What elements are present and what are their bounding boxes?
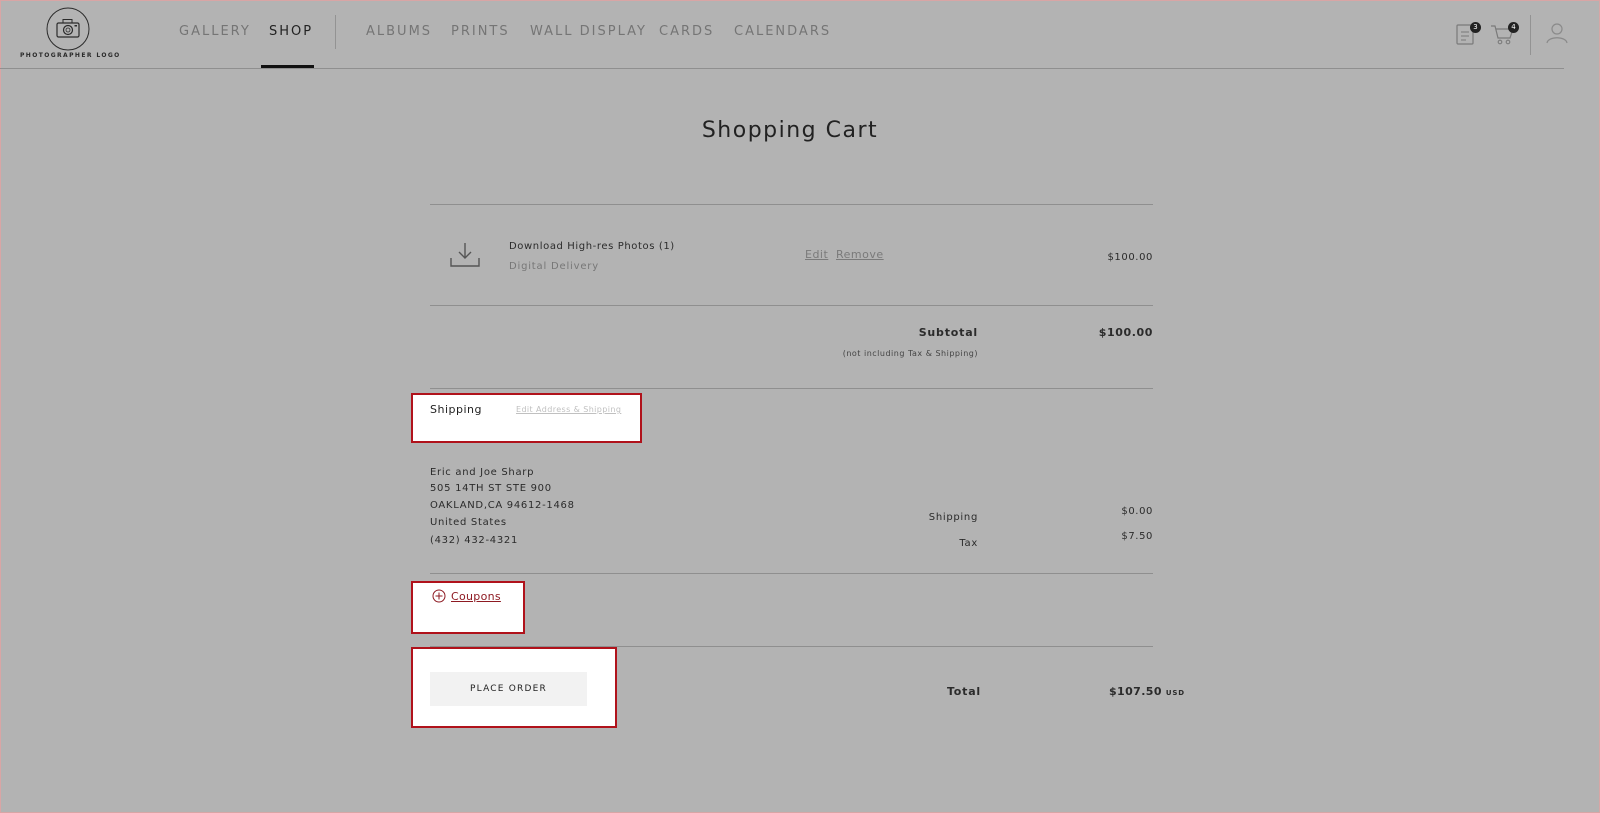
logo-text: PHOTOGRAPHER LOGO bbox=[20, 52, 121, 59]
divider bbox=[430, 305, 1153, 306]
subtotal-value: $100.00 bbox=[1098, 326, 1153, 339]
nav-gallery[interactable]: GALLERY bbox=[179, 24, 251, 39]
nav-calendars[interactable]: CALENDARS bbox=[734, 24, 831, 39]
shipping-cost-value: $0.00 bbox=[1121, 506, 1153, 517]
subtotal-note: (not including Tax & Shipping) bbox=[842, 349, 978, 358]
shipping-cost-label: Shipping bbox=[928, 512, 978, 523]
download-icon bbox=[450, 243, 480, 267]
plus-circle-icon bbox=[432, 589, 446, 603]
address-country: United States bbox=[430, 517, 507, 528]
total-amount: $107.50 USD bbox=[1109, 685, 1185, 698]
orders-button[interactable]: 3 bbox=[1456, 22, 1482, 48]
nav-prints[interactable]: PRINTS bbox=[451, 24, 510, 39]
page-title: Shopping Cart bbox=[701, 118, 879, 143]
edit-address-shipping-link[interactable]: Edit Address & Shipping bbox=[516, 405, 621, 414]
address-city: OAKLAND,CA 94612-1468 bbox=[430, 500, 575, 511]
tax-label: Tax bbox=[959, 538, 978, 549]
cart-item-name: Download High-res Photos (1) bbox=[509, 241, 675, 252]
address-phone: (432) 432-4321 bbox=[430, 535, 519, 546]
shipping-highlight-box bbox=[411, 393, 642, 443]
photographer-logo[interactable]: PHOTOGRAPHER LOGO bbox=[20, 7, 121, 63]
address-name: Eric and Joe Sharp bbox=[430, 467, 535, 478]
active-nav-indicator bbox=[261, 65, 314, 68]
cart-badge: 4 bbox=[1508, 22, 1519, 33]
edit-item-link[interactable]: Edit bbox=[805, 248, 828, 261]
nav-divider bbox=[335, 15, 336, 49]
camera-logo-icon bbox=[46, 7, 90, 51]
nav-albums[interactable]: ALBUMS bbox=[366, 24, 432, 39]
place-order-button[interactable]: PLACE ORDER bbox=[430, 672, 587, 706]
total-label: Total bbox=[946, 685, 981, 698]
divider bbox=[430, 388, 1153, 389]
coupons-label: Coupons bbox=[451, 589, 501, 603]
divider bbox=[430, 573, 1153, 574]
header-icon-divider bbox=[1530, 15, 1531, 55]
orders-badge: 3 bbox=[1470, 22, 1481, 33]
remove-item-link[interactable]: Remove bbox=[836, 248, 884, 261]
total-value: $107.50 bbox=[1109, 685, 1162, 698]
account-icon bbox=[1546, 23, 1568, 44]
cart-item-delivery: Digital Delivery bbox=[509, 261, 599, 272]
nav-shop[interactable]: SHOP bbox=[269, 24, 313, 39]
coupons-link[interactable]: Coupons bbox=[432, 589, 501, 603]
account-button[interactable] bbox=[1546, 22, 1570, 46]
total-currency: USD bbox=[1165, 689, 1185, 697]
nav-wall-display[interactable]: WALL DISPLAY bbox=[530, 24, 647, 39]
nav-cards[interactable]: CARDS bbox=[659, 24, 714, 39]
subtotal-label: Subtotal bbox=[918, 326, 978, 339]
divider bbox=[430, 204, 1153, 205]
cart-item-icon bbox=[450, 242, 480, 272]
site-header: PHOTOGRAPHER LOGO GALLERY SHOP ALBUMS PR… bbox=[0, 0, 1568, 69]
shipping-title: Shipping bbox=[430, 403, 482, 416]
tax-value: $7.50 bbox=[1121, 531, 1153, 542]
address-street: 505 14TH ST STE 900 bbox=[430, 483, 552, 494]
cart-item-price: $100.00 bbox=[1107, 252, 1153, 263]
cart-button[interactable]: 4 bbox=[1490, 22, 1520, 48]
